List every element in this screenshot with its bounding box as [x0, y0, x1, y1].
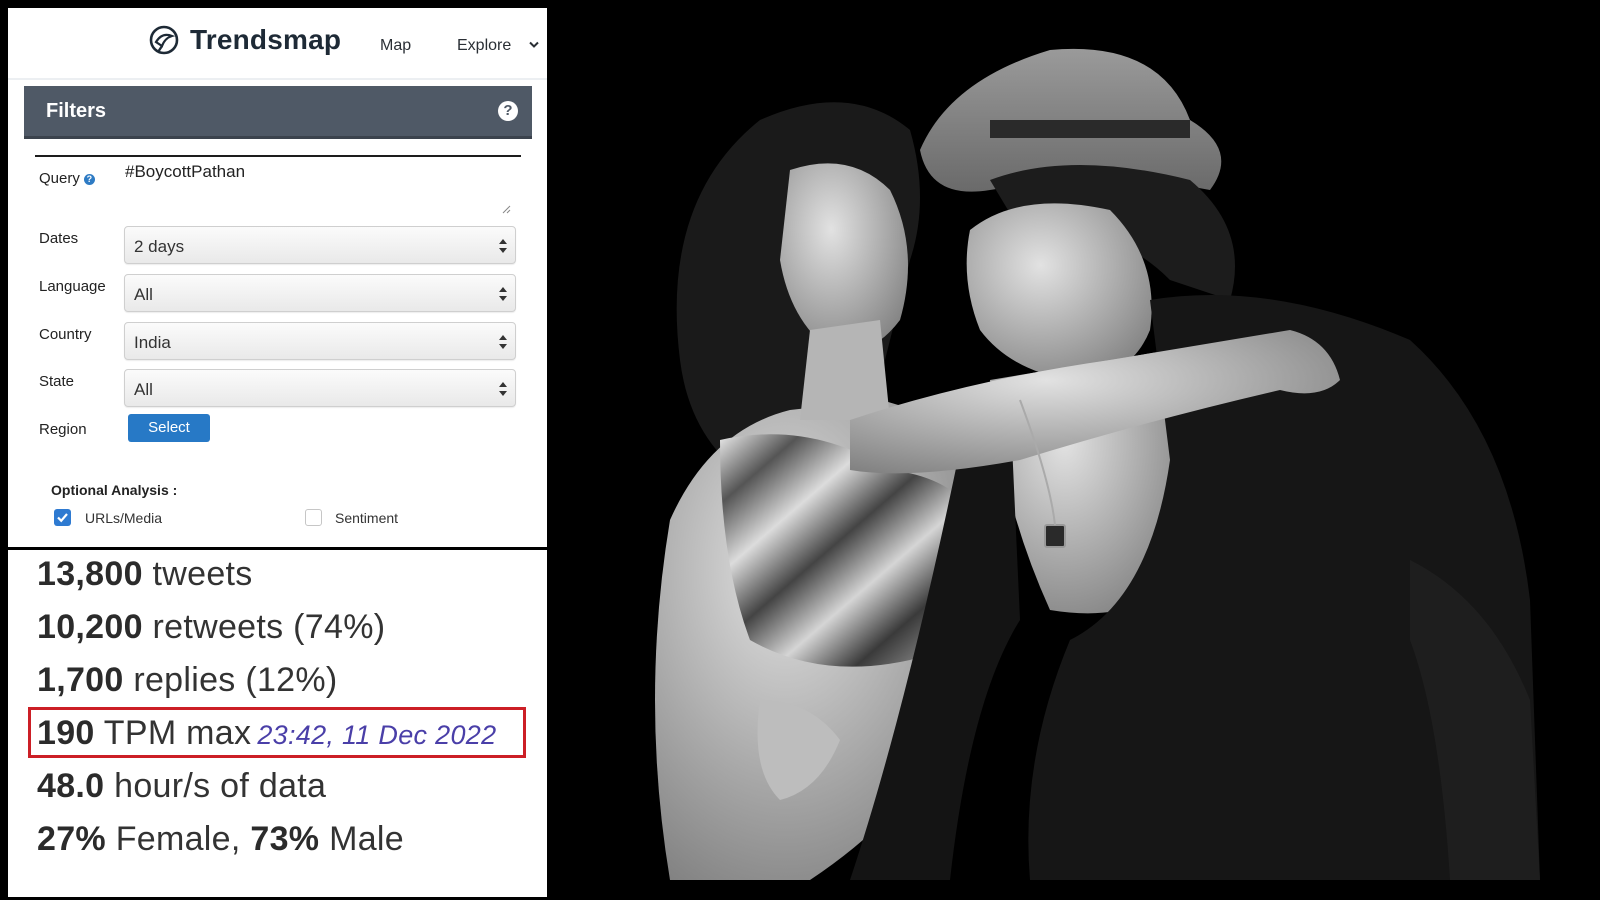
- chevron-down-icon: [529, 41, 539, 48]
- urls-media-label[interactable]: URLs/Media: [85, 510, 162, 526]
- trendsmap-filter-panel: Trendsmap Map Explore Filters ? Query? #…: [8, 8, 547, 547]
- region-select-button[interactable]: Select: [128, 414, 210, 442]
- filters-header: Filters ?: [24, 86, 532, 139]
- retweets-count: 10,200: [37, 608, 143, 646]
- top-nav: Trendsmap Map Explore: [8, 8, 547, 74]
- nav-explore-label: Explore: [457, 37, 512, 54]
- dates-select[interactable]: 2 days: [124, 226, 516, 264]
- query-field-border: [35, 155, 521, 157]
- checkbox-checked-icon[interactable]: [54, 509, 71, 526]
- female-text: Female,: [105, 820, 251, 858]
- tweets-count: 13,800: [37, 555, 143, 593]
- tweets-text: tweets: [142, 555, 253, 593]
- tpm-text: TPM max: [94, 714, 252, 752]
- select-arrows-icon: [499, 239, 507, 253]
- female-percent: 27%: [37, 820, 106, 858]
- tweets-stat: 13,800 tweets: [37, 555, 253, 594]
- dates-label: Dates: [39, 230, 79, 247]
- filters-title: Filters: [46, 100, 107, 122]
- nav-explore-menu[interactable]: Explore: [457, 37, 539, 55]
- couple-photo: [550, 0, 1600, 900]
- language-select[interactable]: All: [124, 274, 516, 312]
- country-select-value: India: [134, 333, 171, 352]
- checkbox-empty-icon[interactable]: [305, 509, 322, 526]
- hours-count: 48.0: [37, 767, 105, 805]
- language-select-value: All: [134, 285, 153, 304]
- tpm-stat: 190 TPM max 23:42, 11 Dec 2022: [37, 714, 496, 753]
- language-label: Language: [39, 278, 106, 295]
- nav-map-link[interactable]: Map: [380, 37, 411, 55]
- select-arrows-icon: [499, 335, 507, 349]
- query-input[interactable]: #BoycottPathan: [125, 162, 245, 182]
- retweets-text: retweets (74%): [142, 608, 386, 646]
- tpm-count: 190: [37, 714, 95, 752]
- check-mark-icon: [57, 513, 68, 523]
- male-percent: 73%: [250, 820, 320, 858]
- stats-panel: 13,800 tweets 10,200 retweets (74%) 1,70…: [8, 550, 547, 897]
- resize-grip-icon[interactable]: [501, 204, 511, 214]
- select-arrows-icon: [499, 382, 507, 396]
- hours-text: hour/s of data: [104, 767, 327, 805]
- retweets-stat: 10,200 retweets (74%): [37, 608, 385, 647]
- dates-select-value: 2 days: [134, 237, 185, 256]
- replies-count: 1,700: [37, 661, 124, 699]
- query-help-icon[interactable]: ?: [83, 174, 95, 185]
- select-arrows-icon: [499, 287, 507, 301]
- hours-stat: 48.0 hour/s of data: [37, 767, 326, 806]
- trendsmap-logo-icon[interactable]: [148, 24, 180, 56]
- replies-text: replies (12%): [123, 661, 338, 699]
- state-label: State: [39, 373, 75, 390]
- brand-name[interactable]: Trendsmap: [190, 24, 341, 56]
- gender-stat: 27% Female, 73% Male: [37, 820, 404, 859]
- male-text: Male: [319, 820, 404, 858]
- query-label-text: Query: [39, 170, 80, 187]
- sentiment-label[interactable]: Sentiment: [335, 510, 398, 526]
- state-select-value: All: [134, 380, 153, 399]
- tpm-timestamp: 23:42, 11 Dec 2022: [257, 720, 497, 750]
- replies-stat: 1,700 replies (12%): [37, 661, 338, 700]
- country-select[interactable]: India: [124, 322, 516, 360]
- region-label: Region: [39, 421, 87, 438]
- query-label: Query?: [39, 170, 95, 187]
- help-icon[interactable]: ?: [498, 101, 518, 121]
- optional-analysis-title: Optional Analysis :: [51, 482, 178, 498]
- header-divider: [8, 78, 547, 80]
- country-label: Country: [39, 326, 92, 343]
- state-select[interactable]: All: [124, 369, 516, 407]
